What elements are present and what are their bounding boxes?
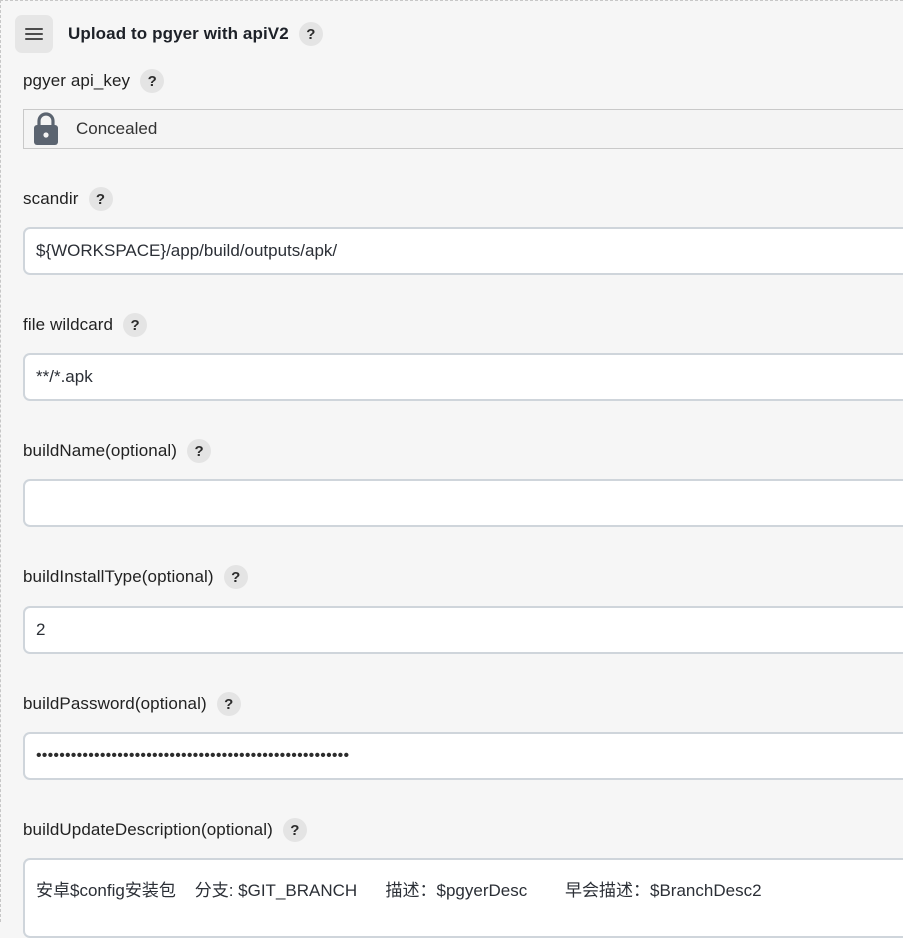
build-update-description-label: buildUpdateDescription(optional) (23, 820, 273, 839)
build-password-value: ••••••••••••••••••••••••••••••••••••••••… (36, 747, 350, 764)
section-title: Upload to pgyer with apiV2 (68, 24, 289, 43)
scandir-label-row: scandir ? (23, 186, 113, 212)
api-key-label-row: pgyer api_key ? (23, 68, 165, 94)
build-update-description-textarea[interactable]: 安卓$config安装包 分支: $GIT_BRANCH 描述：$pgyerDe… (23, 858, 903, 938)
build-password-label: buildPassword(optional) (23, 694, 207, 713)
drag-handle-button[interactable] (15, 15, 53, 53)
build-name-help-icon[interactable]: ? (187, 439, 212, 463)
api-key-concealed-field[interactable]: Concealed (23, 109, 903, 149)
build-install-type-help-icon[interactable]: ? (223, 565, 248, 589)
api-key-label: pgyer api_key (23, 71, 131, 90)
scandir-input[interactable]: ${WORKSPACE}/app/build/outputs/apk/ (23, 227, 903, 275)
api-key-help-icon[interactable]: ? (140, 69, 165, 93)
build-name-input[interactable] (23, 479, 903, 527)
scandir-help-icon[interactable]: ? (88, 187, 113, 211)
pgyer-upload-section: Upload to pgyer with apiV2 ? pgyer api_k… (0, 0, 903, 938)
build-name-label-row: buildName(optional) ? (23, 438, 212, 464)
build-name-label: buildName(optional) (23, 441, 178, 460)
build-install-type-label: buildInstallType(optional) (23, 567, 214, 586)
scandir-label: scandir (23, 189, 79, 208)
file-wildcard-input[interactable]: **/*.apk (23, 353, 903, 401)
file-wildcard-label: file wildcard (23, 315, 114, 334)
build-install-type-label-row: buildInstallType(optional) ? (23, 564, 248, 590)
section-header: Upload to pgyer with apiV2 ? (15, 15, 323, 53)
build-password-label-row: buildPassword(optional) ? (23, 691, 241, 717)
build-password-help-icon[interactable]: ? (216, 692, 241, 716)
lock-icon (34, 112, 58, 145)
build-update-description-help-icon[interactable]: ? (282, 818, 307, 842)
build-install-type-input[interactable]: 2 (23, 606, 903, 654)
api-key-concealed-text: Concealed (76, 119, 158, 138)
file-wildcard-label-row: file wildcard ? (23, 312, 148, 338)
file-wildcard-help-icon[interactable]: ? (123, 313, 148, 337)
menu-icon (25, 28, 43, 40)
section-help-icon[interactable]: ? (298, 22, 323, 46)
build-update-description-label-row: buildUpdateDescription(optional) ? (23, 817, 307, 843)
build-password-input[interactable]: ••••••••••••••••••••••••••••••••••••••••… (23, 732, 903, 780)
